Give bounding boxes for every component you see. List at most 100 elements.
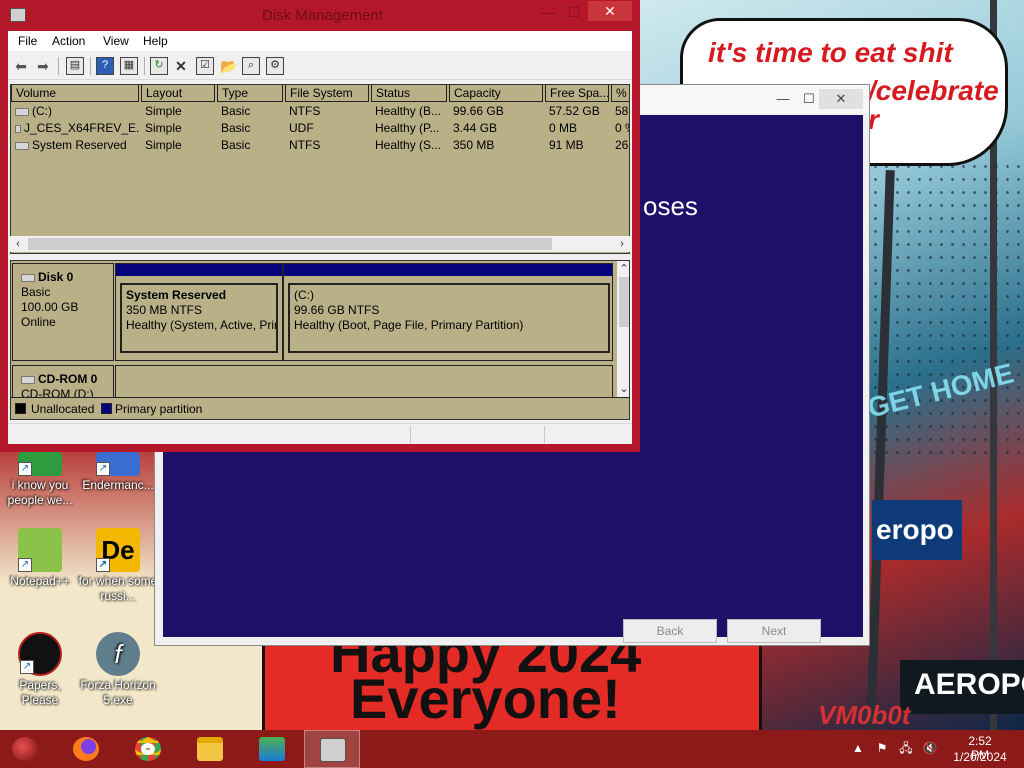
- column-header-status[interactable]: Status: [371, 85, 447, 102]
- checkmark-icon[interactable]: ☑: [196, 57, 214, 75]
- scrollbar-thumb[interactable]: [619, 277, 629, 327]
- disk-management-client: File Action View Help ⬅ ➡ ▤ ? ▦ ↻ ✕ ☑ 📂 …: [8, 31, 632, 444]
- vertical-scrollbar[interactable]: ⌃ ⌄: [616, 261, 629, 397]
- table-row[interactable]: (C:) Simple Basic NTFS Healthy (B... 99.…: [11, 103, 629, 120]
- column-header-capacity[interactable]: Capacity: [449, 85, 543, 102]
- cell-status: Healthy (B...: [375, 104, 442, 118]
- table-row[interactable]: System Reserved Simple Basic NTFS Health…: [11, 137, 629, 154]
- column-header-layout[interactable]: Layout: [141, 85, 215, 102]
- start-button[interactable]: [0, 730, 56, 768]
- disk-management-icon: [320, 738, 346, 762]
- scroll-right-icon[interactable]: ›: [614, 236, 630, 252]
- search-icon[interactable]: ⌕: [242, 57, 260, 75]
- next-button[interactable]: Next: [727, 619, 821, 643]
- show-hidden-icons-icon[interactable]: ▲: [850, 740, 866, 756]
- volume-muted-icon[interactable]: 🔇: [922, 740, 938, 756]
- column-header-type[interactable]: Type: [217, 85, 283, 102]
- cdrom-0-label[interactable]: CD-ROM 0 CD-ROM (D:): [12, 365, 114, 401]
- partition-system-reserved[interactable]: System Reserved 350 MB NTFS Healthy (Sys…: [115, 263, 283, 361]
- cell-status: Healthy (S...: [375, 138, 442, 152]
- menu-action[interactable]: Action: [52, 34, 85, 48]
- disk-icon: [21, 273, 35, 282]
- partition-status: Healthy (Boot, Page File, Primary Partit…: [294, 318, 524, 332]
- console-tree-icon[interactable]: ▤: [66, 57, 84, 75]
- action-center-flag-icon[interactable]: ⚑: [874, 740, 890, 756]
- table-row[interactable]: J_CES_X64FREV_E... Simple Basic UDF Heal…: [11, 120, 629, 137]
- clock-date[interactable]: 1/20/2024: [950, 750, 1010, 764]
- desktop-icon[interactable]: f Forza Horizon 5.exe: [78, 632, 158, 708]
- desktop-icon-label: Papers, Please: [19, 678, 61, 707]
- open-folder-icon[interactable]: 📂: [220, 57, 238, 75]
- column-header-volume[interactable]: Volume: [11, 85, 139, 102]
- back-arrow-icon[interactable]: ⬅: [12, 57, 30, 75]
- cell-percent-free: 0 %: [615, 121, 629, 135]
- menu-view[interactable]: View: [103, 34, 129, 48]
- network-icon[interactable]: 🖧: [898, 740, 914, 756]
- cell-volume: J_CES_X64FREV_E...: [11, 120, 139, 137]
- scroll-left-icon[interactable]: ‹: [10, 236, 26, 252]
- de-shortcut-icon: De ↗: [96, 528, 140, 572]
- back-button[interactable]: Back: [623, 619, 717, 643]
- taskbar-disk-management[interactable]: [304, 730, 360, 768]
- column-header-percent-free[interactable]: % F: [611, 85, 629, 102]
- scroll-down-icon[interactable]: ⌄: [616, 381, 629, 397]
- desktop-icon-label: Forza Horizon 5.exe: [80, 678, 156, 707]
- window-title: Disk Management: [262, 7, 383, 24]
- cell-type: Basic: [221, 138, 251, 152]
- help-icon[interactable]: ?: [96, 57, 114, 75]
- menu-file[interactable]: File: [18, 34, 37, 48]
- forward-arrow-icon[interactable]: ➡: [34, 57, 52, 75]
- taskbar-firefox[interactable]: [58, 730, 114, 768]
- firefox-icon: [73, 737, 99, 761]
- speech-line: it's time to eat shit: [708, 37, 953, 68]
- legend: Unallocated Primary partition: [11, 397, 629, 419]
- shortcut-arrow-icon: ↗: [18, 558, 32, 572]
- partition-c-drive[interactable]: (C:) 99.66 GB NTFS Healthy (Boot, Page F…: [283, 263, 613, 361]
- disk-name: CD-ROM 0: [21, 372, 105, 387]
- desktop-icon[interactable]: ↗ i know you people we...: [0, 450, 80, 508]
- taskbar: ▲ ⚑ 🖧 🔇: [0, 730, 1024, 768]
- menu-bar: File Action View Help: [8, 31, 632, 51]
- volume-list-header: Volume Layout Type File System Status Ca…: [11, 85, 629, 102]
- cdrom-icon: [21, 375, 35, 384]
- chrome-icon: [135, 737, 161, 761]
- properties-icon[interactable]: ▦: [120, 57, 138, 75]
- disk-0-label[interactable]: Disk 0 Basic 100.00 GB Online: [12, 263, 114, 361]
- cell-free-space: 91 MB: [549, 138, 584, 152]
- scroll-up-icon[interactable]: ⌃: [616, 261, 629, 277]
- taskbar-installer[interactable]: [244, 730, 300, 768]
- legend-swatch-primary: [101, 403, 112, 414]
- partition-box: System Reserved 350 MB NTFS Healthy (Sys…: [120, 283, 278, 353]
- menu-help[interactable]: Help: [143, 34, 168, 48]
- cell-free-space: 0 MB: [549, 121, 578, 135]
- taskbar-file-explorer[interactable]: [182, 730, 238, 768]
- cdrom-partition-area[interactable]: [115, 365, 613, 399]
- window-titlebar[interactable]: Disk Management — ☐ ✕: [0, 0, 640, 30]
- desktop-icon[interactable]: ↗ Endermanc...: [78, 450, 158, 493]
- drive-icon: [15, 141, 29, 150]
- delete-icon[interactable]: ✕: [172, 57, 190, 75]
- partition-size: 350 MB NTFS: [126, 303, 203, 317]
- taskbar-chrome[interactable]: [120, 730, 176, 768]
- column-header-file-system[interactable]: File System: [285, 85, 369, 102]
- column-header-free-space[interactable]: Free Spa...: [545, 85, 609, 102]
- cell-capacity: 3.44 GB: [453, 121, 498, 135]
- settings-icon[interactable]: ⚙: [266, 57, 284, 75]
- partition-status: Healthy (System, Active, Prin: [126, 318, 278, 332]
- setup-heading: oses: [643, 191, 698, 221]
- cell-capacity: 350 MB: [453, 138, 495, 152]
- shortcut-arrow-icon: ↗: [96, 558, 110, 572]
- desktop-icon-label: Endermanc...: [82, 478, 154, 492]
- desktop-icon[interactable]: ↗ Papers, Please: [0, 632, 80, 708]
- close-button[interactable]: ✕: [588, 1, 632, 21]
- horizontal-scrollbar[interactable]: ‹ ›: [10, 236, 630, 252]
- desktop-icon[interactable]: De ↗ for when some russi...: [78, 528, 158, 604]
- refresh-icon[interactable]: ↻: [150, 57, 168, 75]
- cell-status: Healthy (P...: [375, 121, 440, 135]
- desktop-icon[interactable]: ↗ Notepad++: [0, 528, 80, 589]
- endermanch-shortcut-icon: ↗: [96, 452, 140, 476]
- chrome-shortcut-icon: ↗: [18, 452, 62, 476]
- scrollbar-thumb[interactable]: [28, 238, 552, 250]
- wallpaper-sign-aeropostale: eropo: [872, 500, 962, 560]
- close-button[interactable]: ✕: [819, 89, 863, 109]
